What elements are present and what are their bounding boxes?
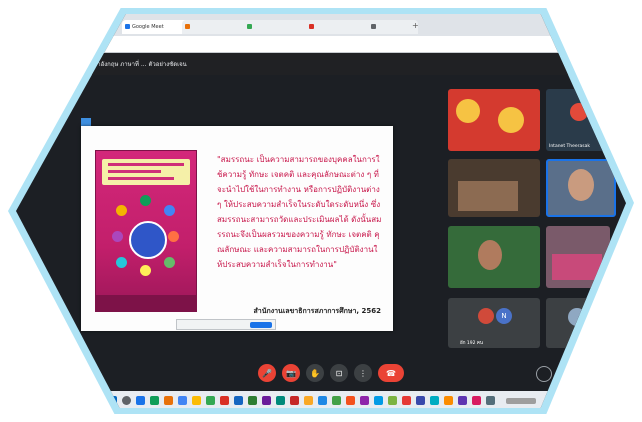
- app-icon[interactable]: [234, 396, 243, 405]
- book-footer: [96, 295, 196, 311]
- meet-favicon-icon: [125, 24, 130, 29]
- participant-tile[interactable]: N อีก 192 คน: [448, 298, 540, 348]
- app-icon[interactable]: [290, 396, 299, 405]
- quote-text: "สมรรถนะ เป็นความสามารถของบุคคลในการใช้ค…: [217, 155, 382, 269]
- camera-toggle-button[interactable]: 📷: [282, 364, 300, 382]
- app-icon[interactable]: [220, 396, 229, 405]
- app-icon[interactable]: [262, 396, 271, 405]
- participant-tile[interactable]: [448, 159, 540, 217]
- app-icon[interactable]: [388, 396, 397, 405]
- browser-tab[interactable]: Google Meet: [122, 20, 190, 34]
- browser-tab[interactable]: [244, 20, 314, 34]
- book-title-band: [102, 159, 190, 185]
- tab-favicon-icon: [247, 24, 252, 29]
- app-icon[interactable]: [444, 396, 453, 405]
- app-icon[interactable]: [150, 396, 159, 405]
- app-icon[interactable]: [360, 396, 369, 405]
- present-button[interactable]: ⊡: [330, 364, 348, 382]
- more-options-button[interactable]: ⋮: [354, 364, 372, 382]
- browser-tab[interactable]: [306, 20, 376, 34]
- search-icon[interactable]: [122, 396, 131, 405]
- app-icon[interactable]: [178, 396, 187, 405]
- app-icon[interactable]: [304, 396, 313, 405]
- tab-favicon-icon: [185, 24, 190, 29]
- browser-tab[interactable]: [182, 20, 252, 34]
- raise-hand-button[interactable]: ✋: [306, 364, 324, 382]
- participant-tile-active[interactable]: [546, 159, 616, 217]
- more-participants: อีก 192 คน: [460, 341, 483, 346]
- book-center-circle: [129, 221, 167, 259]
- tab-favicon-icon: [371, 24, 376, 29]
- app-icon[interactable]: [276, 396, 285, 405]
- app-icon[interactable]: [346, 396, 355, 405]
- system-tray[interactable]: [506, 398, 536, 404]
- participant-tile[interactable]: [448, 226, 540, 288]
- mic-toggle-button[interactable]: 🎤: [258, 364, 276, 382]
- tab-label: Google Meet: [132, 24, 164, 30]
- app-icon[interactable]: [472, 396, 481, 405]
- app-icon[interactable]: [402, 396, 411, 405]
- participant-name: Intanet Theerasak: [549, 144, 590, 149]
- app-icon[interactable]: [458, 396, 467, 405]
- leave-call-button[interactable]: ☎: [378, 364, 404, 382]
- app-icon[interactable]: [164, 396, 173, 405]
- info-icon[interactable]: [536, 366, 552, 382]
- app-icon[interactable]: [416, 396, 425, 405]
- screen: Google Meet + ภาษาอังกฤษ ภาษาที่ ... ตัว…: [16, 14, 626, 408]
- new-tab-icon[interactable]: +: [412, 21, 419, 30]
- browser-tab[interactable]: [368, 20, 418, 34]
- app-icon[interactable]: [332, 396, 341, 405]
- quote-source: สำนักงานเลขาธิการสภาการศึกษา, 2562: [253, 307, 381, 315]
- presentation-slide: "สมรรถนะ เป็นความสามารถของบุคคลในการใช้ค…: [81, 126, 393, 331]
- app-icon[interactable]: [192, 396, 201, 405]
- participant-tile[interactable]: [448, 89, 540, 151]
- app-icon[interactable]: [206, 396, 215, 405]
- avatar: [568, 169, 594, 201]
- meet-header: ภาษาอังกฤษ ภาษาที่ ... ตัวอย่างชัดเจน: [16, 53, 626, 75]
- presenting-notice: [176, 319, 276, 330]
- app-icon[interactable]: [318, 396, 327, 405]
- app-icon[interactable]: [430, 396, 439, 405]
- app-icon[interactable]: [136, 396, 145, 405]
- book-cover-image: [95, 150, 197, 312]
- avatar: [478, 240, 502, 270]
- app-icon[interactable]: [248, 396, 257, 405]
- avatar: N: [496, 308, 512, 324]
- meeting-title: ภาษาอังกฤษ ภาษาที่ ... ตัวอย่างชัดเจน: [86, 61, 187, 68]
- app-icon[interactable]: [486, 396, 495, 405]
- tab-favicon-icon: [309, 24, 314, 29]
- stop-presenting-button[interactable]: [250, 322, 272, 328]
- app-icon[interactable]: [374, 396, 383, 405]
